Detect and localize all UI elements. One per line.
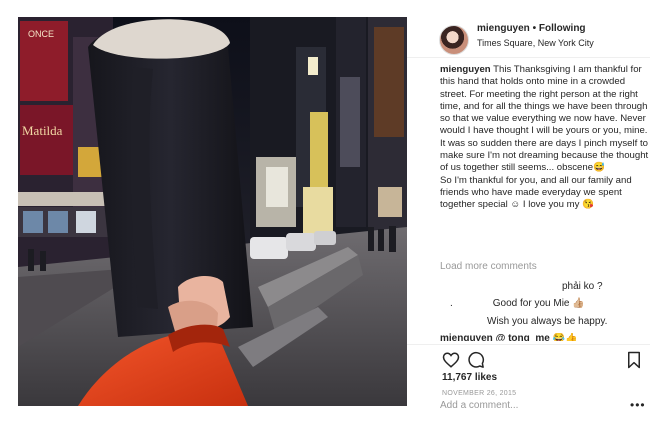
comment-4: mienguyen @ tong_me 😂👍 xyxy=(440,333,578,341)
matilda-sign: Matilda xyxy=(22,123,63,138)
username-link[interactable]: mienguyen xyxy=(477,23,530,34)
post-sidebar: mienguyen • Following Times Square, New … xyxy=(407,17,650,406)
more-options-icon[interactable]: ••• xyxy=(630,398,646,412)
comment-icon[interactable] xyxy=(467,351,485,369)
likes-count[interactable]: 11,767 likes xyxy=(442,372,497,383)
avatar[interactable] xyxy=(439,25,469,55)
comment-3: Wish you always be happy. xyxy=(487,316,608,327)
bookmark-icon[interactable] xyxy=(625,351,643,369)
caption-text-1: This Thanksgiving I am thankful for this… xyxy=(440,64,649,174)
header-user-line: mienguyen • Following xyxy=(477,23,586,34)
times-square-photo: ONCE Matilda xyxy=(18,17,407,406)
heart-icon[interactable] xyxy=(442,351,460,369)
following-button[interactable]: Following xyxy=(539,23,586,34)
post-caption: mienguyen This Thanksgiving I am thankfu… xyxy=(440,64,650,212)
add-comment-input[interactable]: Add a comment... xyxy=(440,400,518,411)
comment-2-line: . Good for you Mie 👍🏼 xyxy=(450,298,585,309)
comment-2: Good for you Mie 👍🏼 xyxy=(492,298,585,309)
comment-1: phải ko ? xyxy=(562,281,603,292)
separator-dot: • xyxy=(532,23,537,34)
comment-dot: . xyxy=(450,298,453,309)
comment-box: Add a comment... ••• xyxy=(407,392,650,422)
location-link[interactable]: Times Square, New York City xyxy=(477,38,594,48)
caption-text-2: So I'm thankful for you, and all our fam… xyxy=(440,174,632,211)
caption-username[interactable]: mienguyen xyxy=(440,64,491,75)
caption-paragraph-1: mienguyen This Thanksgiving I am thankfu… xyxy=(440,64,650,175)
once-sign: ONCE xyxy=(28,29,54,39)
post-header: mienguyen • Following Times Square, New … xyxy=(407,17,650,58)
post-photo[interactable]: ONCE Matilda xyxy=(18,17,407,406)
load-more-comments[interactable]: Load more comments xyxy=(440,261,537,272)
